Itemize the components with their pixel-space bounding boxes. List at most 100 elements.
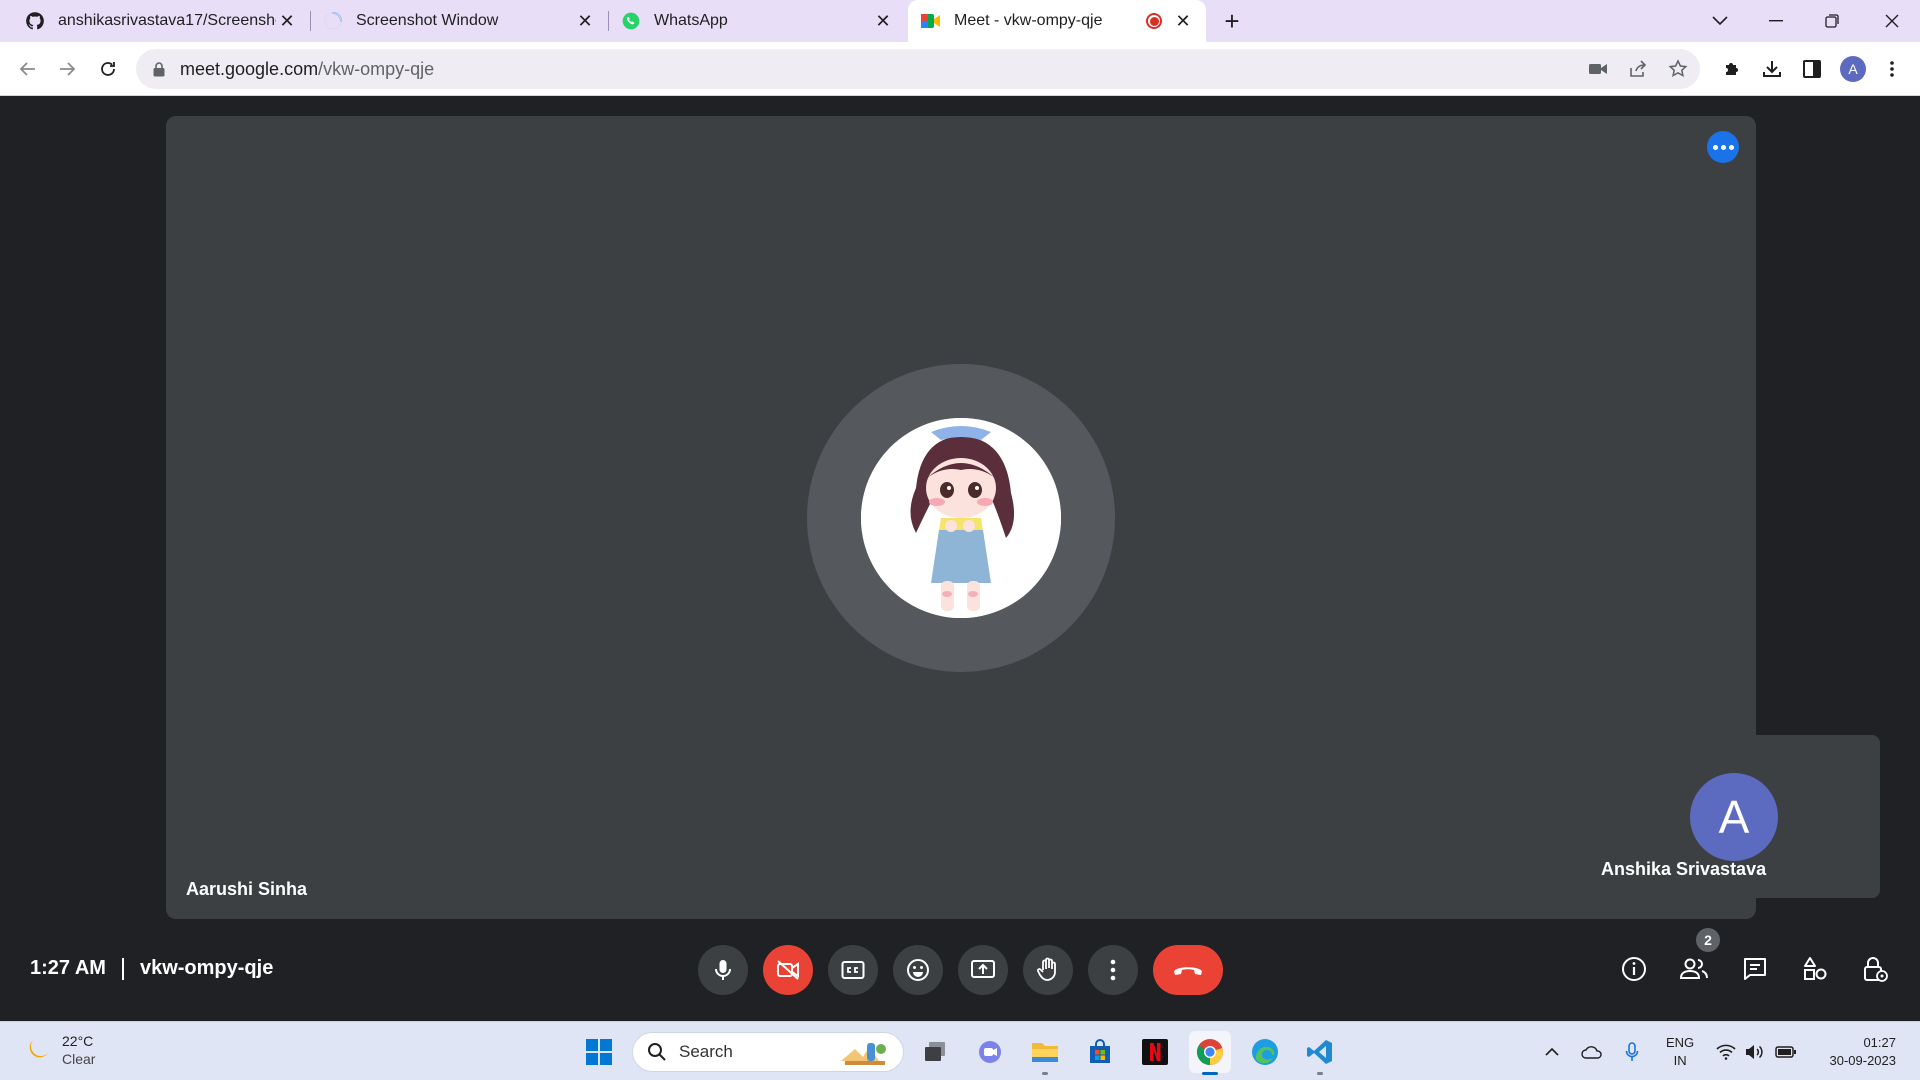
people-button[interactable] [1674,949,1714,989]
forward-button[interactable] [51,53,83,85]
close-window-button[interactable] [1864,0,1920,42]
profile-button[interactable]: A [1837,53,1869,85]
minimize-button[interactable] [1748,0,1804,42]
bookmark-star-icon[interactable] [1666,57,1690,81]
host-controls-button[interactable] [1855,949,1895,989]
taskbar-teams-chat[interactable] [969,1031,1011,1073]
participant-name: Anshika Srivastava [1601,859,1767,879]
microphone-button[interactable] [698,945,748,995]
downloads-icon[interactable] [1756,53,1788,85]
leave-call-button[interactable] [1153,945,1223,995]
meeting-info: 1:27 AM vkw-ompy-qje [30,957,273,980]
side-panel-icon[interactable] [1796,53,1828,85]
activities-shapes-icon [1804,957,1827,980]
raise-hand-button[interactable] [1023,945,1073,995]
vscode-icon [1307,1040,1332,1064]
more-options-button[interactable] [1088,945,1138,995]
task-view-button[interactable] [914,1031,956,1073]
weather-widget[interactable]: 22°C Clear [22,1032,95,1068]
profile-avatar: A [1840,56,1866,82]
tab-meet[interactable]: Meet - vkw-ompy-qje ✕ [908,0,1206,42]
search-icon [648,1043,666,1061]
store-icon [1090,1039,1110,1063]
chibi-girl-avatar-icon [861,418,1061,618]
wifi-icon[interactable] [1712,1038,1740,1066]
whatsapp-icon [620,10,642,32]
meeting-details-button[interactable] [1614,949,1654,989]
url-text: meet.google.com/vkw-ompy-qje [180,59,434,80]
present-screen-button[interactable] [958,945,1008,995]
browser-toolbar: meet.google.com/vkw-ompy-qje A [0,42,1920,96]
chrome-menu-icon[interactable] [1876,53,1908,85]
show-hidden-icons-chevron-icon[interactable] [1538,1038,1566,1066]
search-highlight-icon [841,1043,886,1065]
lock-icon[interactable] [150,60,168,78]
tab-search-chevron-icon[interactable] [1692,0,1748,42]
close-tab-icon[interactable]: ✕ [1172,10,1194,32]
microphone-in-use-icon[interactable] [1618,1038,1646,1066]
divider [121,957,124,980]
chat-button[interactable] [1735,949,1775,989]
volume-icon[interactable] [1740,1038,1768,1066]
extensions-puzzle-icon[interactable] [1716,53,1748,85]
clock-time: 01:27 [1863,1035,1896,1050]
start-button[interactable] [578,1031,620,1073]
more-options-icon[interactable] [1707,131,1739,163]
taskbar-file-explorer[interactable] [1024,1031,1066,1075]
tab-whatsapp[interactable]: WhatsApp ✕ [608,0,906,42]
tab-screenshot-window[interactable]: Screenshot Window ✕ [310,0,608,42]
tab-title: Meet - vkw-ompy-qje [954,12,1103,29]
close-tab-icon[interactable]: ✕ [872,10,894,32]
camera-off-button[interactable] [763,945,813,995]
host-lock-icon [1864,957,1888,982]
close-tab-icon[interactable]: ✕ [574,10,596,32]
restore-button[interactable] [1804,0,1860,42]
new-tab-button[interactable]: + [1218,7,1246,35]
meet-stage: Aarushi Sinha A Anshika Srivastava 1:27 … [0,96,1920,1021]
taskbar-chrome[interactable] [1189,1031,1231,1075]
meeting-time: 1:27 AM [30,957,106,979]
google-meet-icon [920,10,942,32]
camera-off-icon [777,960,799,980]
info-icon [1622,957,1646,981]
system-clock[interactable]: 01:27 30-09-2023 [1812,1034,1897,1070]
share-icon[interactable] [1626,57,1650,81]
close-tab-icon[interactable]: ✕ [276,10,298,32]
search-label: Search [679,1042,733,1061]
captions-icon [841,961,865,979]
weather-condition: Clear [62,1051,96,1067]
captions-button[interactable] [828,945,878,995]
running-indicator [1042,1072,1048,1075]
taskbar-vscode[interactable] [1299,1031,1341,1075]
battery-icon[interactable] [1772,1038,1800,1066]
onedrive-cloud-icon[interactable] [1578,1038,1606,1066]
active-indicator [1202,1072,1218,1075]
participant-tile-self[interactable]: A Anshika Srivastava [1587,735,1880,898]
activities-button[interactable] [1795,949,1835,989]
task-view-icon [925,1042,945,1061]
participant-name: Aarushi Sinha [186,879,308,899]
reactions-button[interactable] [893,945,943,995]
address-bar[interactable]: meet.google.com/vkw-ompy-qje [136,49,1700,89]
reload-button[interactable] [92,53,124,85]
participant-tile-main[interactable]: Aarushi Sinha [166,116,1756,919]
vertical-dots-icon [1110,959,1116,981]
input-language-indicator[interactable]: ENG IN [1666,1034,1694,1070]
avatar [861,418,1061,618]
taskbar-search[interactable]: Search [632,1032,904,1072]
github-icon [24,10,46,32]
taskbar-netflix[interactable] [1134,1031,1176,1073]
back-button[interactable] [12,53,44,85]
weather-temp: 22°C [62,1033,94,1049]
tab-title: WhatsApp [654,12,728,29]
taskbar-microsoft-store[interactable] [1079,1031,1121,1073]
taskbar-edge[interactable] [1244,1031,1286,1073]
url-host: meet.google.com [180,58,319,79]
camera-in-use-icon[interactable] [1586,57,1610,81]
present-screen-icon [971,960,995,978]
people-icon [1679,958,1708,979]
tab-strip: anshikasrivastava17/Screenshot_ ✕ Screen… [0,0,1920,42]
microphone-icon [715,960,731,980]
tab-github[interactable]: anshikasrivastava17/Screenshot_ ✕ [12,0,310,42]
running-indicator [1317,1072,1323,1075]
